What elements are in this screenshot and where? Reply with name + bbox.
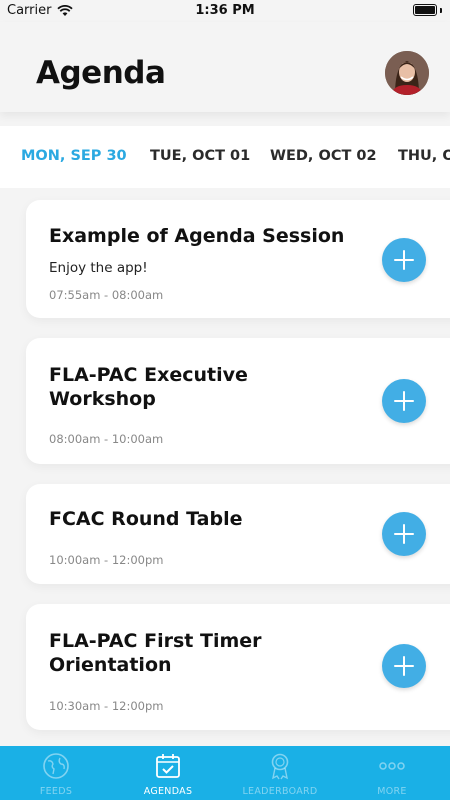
status-time: 1:36 PM	[195, 3, 255, 18]
session-title: FLA-PAC First Timer Orientation	[49, 630, 262, 676]
date-tab-oct-01[interactable]: TUE, OCT 01	[150, 148, 250, 164]
award-ribbon-icon	[271, 753, 289, 780]
date-tab-oct-03[interactable]: THU, OCT 03	[398, 148, 450, 164]
date-tab-sep-30[interactable]: MON, SEP 30	[21, 148, 127, 164]
session-card[interactable]: FLA-PAC First Timer Orientation 10:30am …	[26, 604, 450, 730]
session-title: FLA-PAC Executive Workshop	[49, 364, 248, 410]
tab-label: AGENDAS	[143, 786, 193, 797]
tab-bar: FEEDS AGENDAS LEADERBOARD MORE	[0, 746, 450, 800]
session-card[interactable]: FCAC Round Table 10:00am - 12:00pm	[26, 484, 450, 584]
tab-label: FEEDS	[39, 786, 73, 797]
session-title: Example of Agenda Session	[49, 225, 345, 247]
session-card[interactable]: FLA-PAC Executive Workshop 08:00am - 10:…	[26, 338, 450, 464]
more-dots-icon	[379, 762, 405, 770]
page-title: Agenda	[36, 55, 166, 91]
add-session-button[interactable]	[382, 379, 426, 423]
tab-feeds[interactable]: FEEDS	[0, 746, 112, 800]
date-selector: MON, SEP 30 TUE, OCT 01 WED, OCT 02 THU,…	[0, 126, 450, 188]
battery-icon	[413, 4, 442, 16]
add-session-button[interactable]	[382, 512, 426, 556]
session-time: 08:00am - 10:00am	[49, 432, 164, 446]
add-session-button[interactable]	[382, 238, 426, 282]
session-title: FCAC Round Table	[49, 508, 243, 530]
calendar-check-icon	[156, 754, 180, 778]
session-card[interactable]: Example of Agenda Session Enjoy the app!…	[26, 200, 450, 318]
tab-more[interactable]: MORE	[336, 746, 448, 800]
session-time: 10:30am - 12:00pm	[49, 699, 164, 713]
globe-icon	[43, 753, 69, 779]
status-bar: Carrier 1:36 PM	[0, 0, 450, 22]
session-description: Enjoy the app!	[49, 260, 148, 276]
date-tab-oct-02[interactable]: WED, OCT 02	[270, 148, 377, 164]
tab-label: MORE	[377, 786, 407, 797]
add-session-button[interactable]	[382, 644, 426, 688]
avatar[interactable]	[385, 51, 429, 95]
tab-label: LEADERBOARD	[242, 786, 318, 797]
session-time: 10:00am - 12:00pm	[49, 553, 164, 567]
session-time: 07:55am - 08:00am	[49, 288, 164, 302]
tab-leaderboard[interactable]: LEADERBOARD	[224, 746, 336, 800]
header: Agenda	[0, 22, 450, 112]
tab-agendas[interactable]: AGENDAS	[112, 746, 224, 800]
